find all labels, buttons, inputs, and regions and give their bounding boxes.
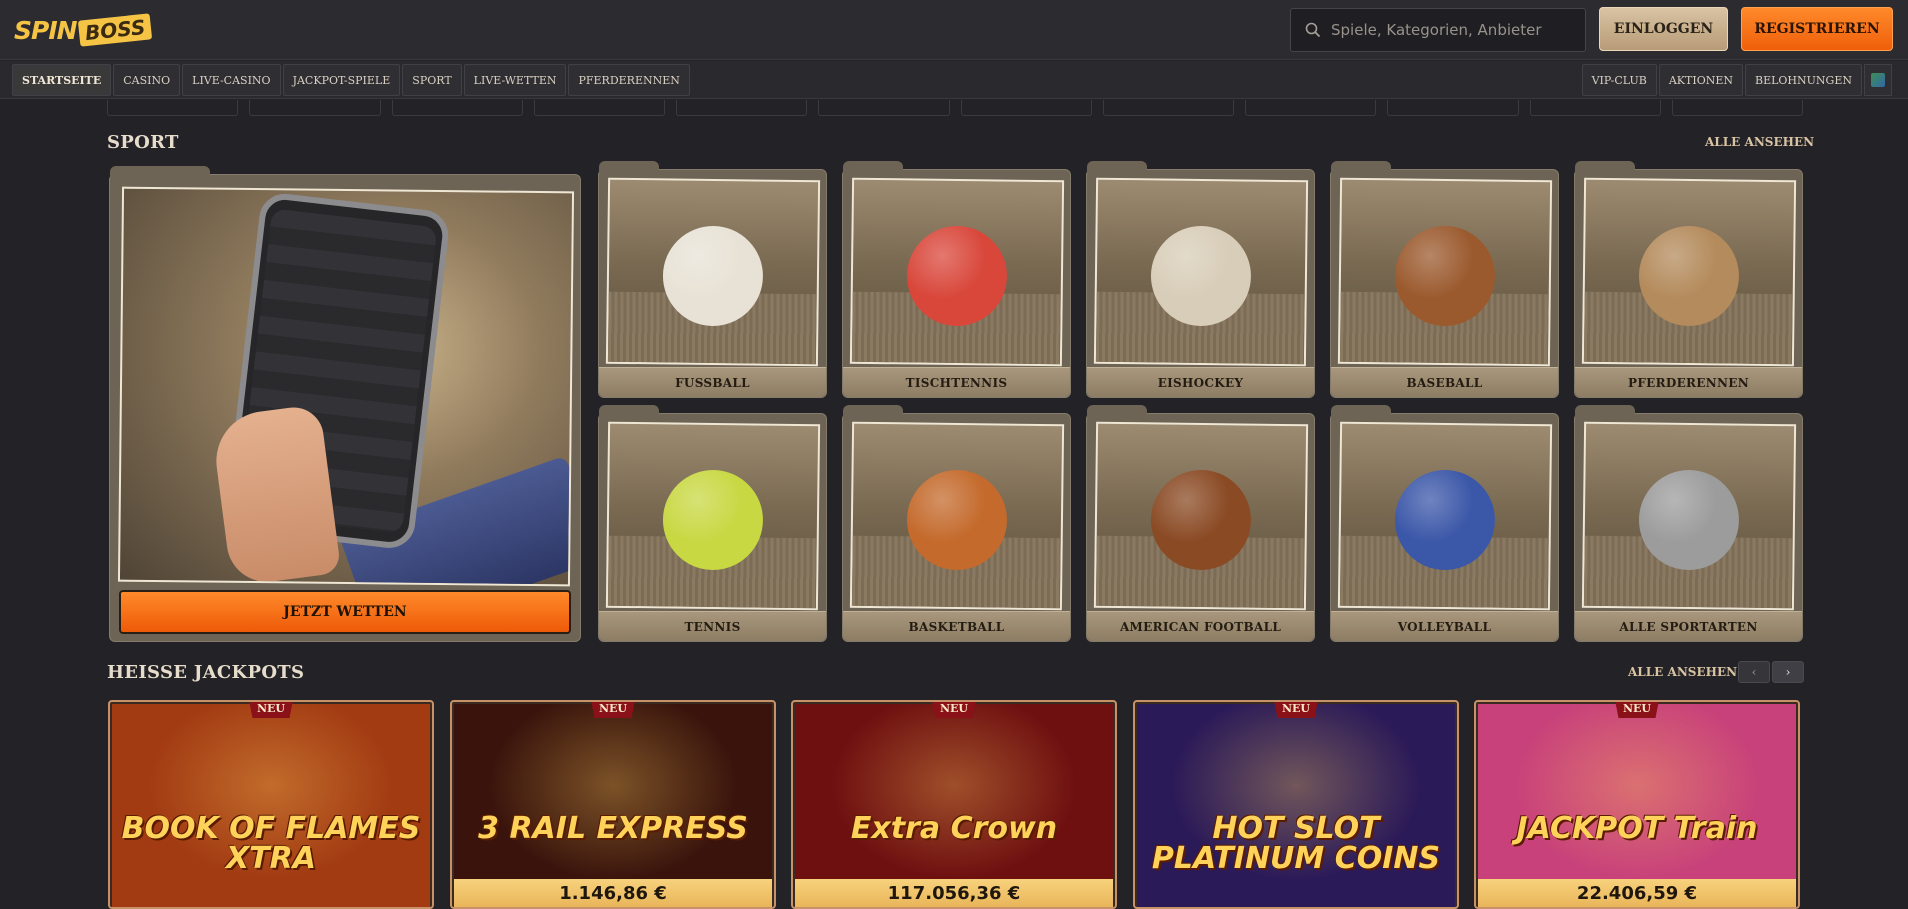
new-badge: NEU [1273, 702, 1319, 718]
jackpots-section-title: HEISSE JACKPOTS [107, 662, 305, 683]
logo-spin-text: SPIN [14, 15, 78, 45]
nav-live-casino[interactable]: LIVE-CASINO [182, 64, 281, 96]
nav-jackpot-spiele[interactable]: JACKPOT-SPIELE [282, 64, 401, 96]
nav-sport[interactable]: SPORT [402, 64, 462, 96]
jackpot-amount: 117.056,36 € [795, 879, 1113, 907]
jackpot-game-art [112, 704, 430, 907]
sport-card-image [1337, 421, 1553, 611]
sport-card-image [1581, 177, 1797, 367]
sport-card-label: AMERICAN FOOTBALL [1087, 611, 1314, 641]
language-flag-icon[interactable] [1864, 64, 1892, 96]
sport-card-image [849, 177, 1065, 367]
main-navigation: STARTSEITE CASINO LIVE-CASINO JACKPOT-SP… [0, 61, 1908, 99]
search-box[interactable] [1290, 8, 1586, 52]
nav-live-wetten[interactable]: LIVE-WETTEN [463, 64, 567, 96]
nav-pferderennen[interactable]: PFERDERENNEN [568, 64, 690, 96]
jackpot-game-art [1137, 704, 1455, 907]
sport-card[interactable]: BASKETBALL [842, 405, 1071, 642]
new-badge: NEU [590, 702, 636, 718]
sport-card-image [1093, 421, 1309, 611]
category-tab-strip [107, 100, 1803, 116]
sport-card-label: BASKETBALL [843, 611, 1070, 641]
search-icon [1305, 22, 1321, 38]
new-badge: NEU [1614, 702, 1660, 718]
sport-card-image [1337, 177, 1553, 367]
nav-startseite[interactable]: STARTSEITE [12, 64, 112, 96]
sport-card[interactable]: AMERICAN FOOTBALL [1086, 405, 1315, 642]
jackpot-game-art [454, 704, 772, 907]
jackpot-game-title: JACKPOT Train [1516, 811, 1758, 846]
chevron-left-icon[interactable]: ‹ [1738, 661, 1770, 683]
jackpots-see-all-link[interactable]: ALLE ANSEHEN [1628, 665, 1737, 679]
jackpot-amount: 22.406,59 € [1478, 879, 1796, 907]
sport-card-image [1581, 421, 1797, 611]
sport-card[interactable]: FUSSBALL [598, 161, 827, 398]
sport-card-image [849, 421, 1065, 611]
sport-section-title: SPORT [107, 132, 179, 153]
top-bar: SPIN BOSS EINLOGGEN REGISTRIEREN [0, 0, 1908, 60]
sport-card-label: VOLLEYBALL [1331, 611, 1558, 641]
sport-see-all-link[interactable]: ALLE ANSEHEN [1705, 135, 1814, 149]
sport-card[interactable]: VOLLEYBALL [1330, 405, 1559, 642]
sport-card[interactable]: TISCHTENNIS [842, 161, 1071, 398]
jackpot-game-art [1478, 704, 1796, 907]
sport-card[interactable]: PFERDERENNEN [1574, 161, 1803, 398]
nav-vip-club[interactable]: VIP-CLUB [1581, 64, 1657, 96]
brand-logo[interactable]: SPIN BOSS [14, 12, 153, 48]
sport-card-image [605, 177, 821, 367]
sport-card-label: ALLE SPORTARTEN [1575, 611, 1802, 641]
sport-card[interactable]: EISHOCKEY [1086, 161, 1315, 398]
jackpot-game-tile[interactable]: NEU BOOK OF FLAMES XTRA [108, 700, 434, 909]
sport-card-label: EISHOCKEY [1087, 367, 1314, 397]
new-badge: NEU [248, 702, 294, 718]
jackpot-game-tile[interactable]: NEU HOT SLOT PLATINUM COINS [1133, 700, 1459, 909]
bet-now-button[interactable]: JETZT WETTEN [119, 590, 571, 634]
nav-aktionen[interactable]: AKTIONEN [1658, 64, 1743, 96]
jackpots-carousel-controls: ‹ › [1738, 661, 1804, 683]
jackpot-game-tile[interactable]: NEU 3 RAIL EXPRESS 1.146,86 € [450, 700, 776, 909]
sport-card-label: FUSSBALL [599, 367, 826, 397]
search-input[interactable] [1331, 21, 1571, 39]
nav-casino[interactable]: CASINO [113, 64, 181, 96]
jackpot-game-title: BOOK OF FLAMES XTRA [121, 811, 421, 876]
sport-card-label: BASEBALL [1331, 367, 1558, 397]
jackpot-game-title: Extra Crown [850, 811, 1058, 846]
sport-card-image [605, 421, 821, 611]
sport-card[interactable]: BASEBALL [1330, 161, 1559, 398]
promo-phone-image [117, 186, 575, 587]
new-badge: NEU [931, 702, 977, 718]
sport-card-label: TISCHTENNIS [843, 367, 1070, 397]
jackpot-amount: 1.146,86 € [454, 879, 772, 907]
sport-card-label: TENNIS [599, 611, 826, 641]
sport-card-label: PFERDERENNEN [1575, 367, 1802, 397]
jackpot-game-title: HOT SLOT PLATINUM COINS [1151, 811, 1441, 876]
jackpot-game-tile[interactable]: NEU JACKPOT Train 22.406,59 € [1474, 700, 1800, 909]
sport-card-image [1093, 177, 1309, 367]
sport-card[interactable]: TENNIS [598, 405, 827, 642]
jackpot-game-tile[interactable]: NEU Extra Crown 117.056,36 € [791, 700, 1117, 909]
jackpot-game-title: 3 RAIL EXPRESS [478, 811, 748, 846]
sport-card[interactable]: ALLE SPORTARTEN [1574, 405, 1803, 642]
login-button[interactable]: EINLOGGEN [1599, 7, 1728, 51]
jackpot-game-art [795, 704, 1113, 907]
sport-promo-card[interactable]: JETZT WETTEN [109, 166, 581, 642]
chevron-right-icon[interactable]: › [1772, 661, 1804, 683]
nav-belohnungen[interactable]: BELOHNUNGEN [1745, 64, 1862, 96]
register-button[interactable]: REGISTRIEREN [1741, 7, 1893, 51]
logo-boss-text: BOSS [77, 13, 153, 47]
